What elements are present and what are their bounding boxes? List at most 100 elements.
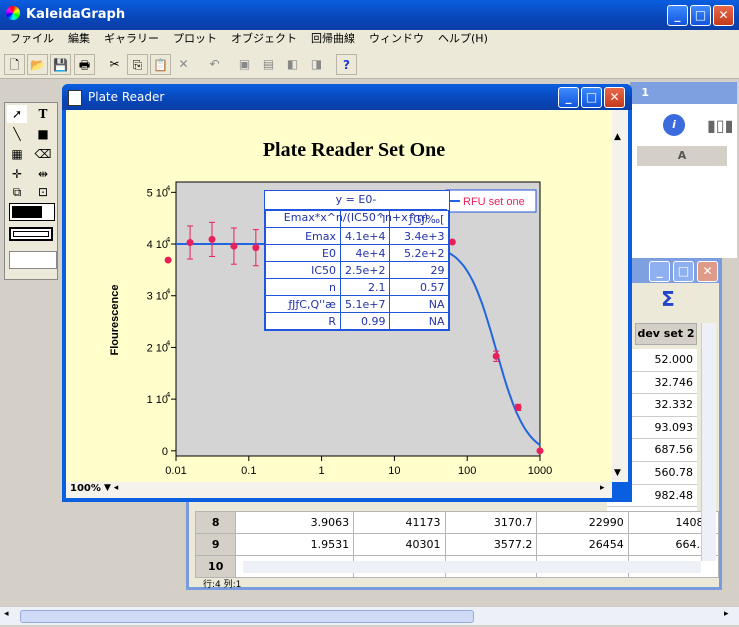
new-file-icon[interactable]: 🗋	[4, 54, 25, 75]
x-tick-label: 0.1	[241, 465, 256, 477]
scroll-right-arrow-icon[interactable]: ▸	[600, 483, 605, 493]
menu-item-4[interactable]: オブジェクト	[231, 32, 297, 45]
plot-hscroll[interactable]: 100% ▼ ◂ ▸	[66, 482, 612, 498]
app-titlebar: KaleidaGraph _ □ ✕	[0, 0, 739, 30]
chart-title: Plate Reader Set One	[263, 139, 445, 161]
info-icon[interactable]: i	[663, 114, 685, 136]
fit-cell: 3.4e+3	[389, 227, 450, 245]
desktop-hscroll[interactable]: ◂ ▸	[0, 606, 739, 625]
delete-icon[interactable]: ✕	[173, 54, 194, 75]
menu-item-2[interactable]: ギャラリー	[104, 32, 159, 45]
send-back-icon[interactable]: ◨	[306, 54, 327, 75]
table-row: 8 3.9063 41173 3170.7 22990 1408.2	[194, 511, 720, 534]
bring-front-icon[interactable]: ◧	[282, 54, 303, 75]
zoom-level[interactable]: 100%	[70, 483, 101, 494]
row-header[interactable]: 9	[194, 533, 237, 556]
sheet-vscroll[interactable]	[701, 323, 716, 561]
desktop-scroll-right-icon[interactable]: ▸	[724, 609, 729, 619]
scroll-down-arrow-icon[interactable]: ▼	[614, 468, 621, 478]
open-folder-icon[interactable]: 📂	[27, 54, 48, 75]
maximize-icon[interactable]: □	[690, 5, 711, 26]
help-icon[interactable]: ?	[336, 54, 357, 75]
sheet-hscroll[interactable]	[243, 561, 701, 573]
row-header[interactable]: 10	[194, 555, 237, 578]
sigma-icon[interactable]: Σ	[655, 287, 681, 311]
copy-icon[interactable]: ⎘	[127, 54, 148, 75]
fit-results-box[interactable]: y = E0-Emax*x^n/(IC50^n+x^n) 'l ƒGƒ‰[Emax…	[264, 190, 451, 331]
fit-row: IC50 2.5e+2 29	[265, 261, 450, 279]
table-cell[interactable]: 3170.7	[444, 511, 538, 534]
eraser-tool-icon[interactable]: ⌫	[33, 145, 53, 163]
row-header[interactable]: 8	[194, 511, 237, 534]
border-style-swatch[interactable]	[9, 227, 53, 241]
data-point	[492, 352, 500, 360]
sheet-behind-titlebar[interactable]: 1	[631, 82, 737, 104]
scroll-up-arrow-icon[interactable]: ▲	[614, 132, 621, 142]
zoom-dropdown-icon[interactable]: ▼ ◂	[104, 483, 118, 493]
plot-titlebar[interactable]: Plate Reader _ □ ✕	[62, 84, 632, 110]
table-cell[interactable]: 3.9063	[235, 511, 355, 534]
sheet-minimize-icon[interactable]: _	[649, 261, 670, 282]
table-tool-icon[interactable]: ▦	[7, 145, 27, 163]
table-row: 9 1.9531 40301 3577.2 26454 664.35	[194, 533, 720, 556]
fit-row: n 2.1 0.57	[265, 278, 450, 296]
menu-item-6[interactable]: ウィンドウ	[369, 32, 424, 45]
fit-cell: ƒJƒC,Q''æ	[265, 295, 341, 313]
menu-item-5[interactable]: 回帰曲線	[311, 32, 355, 45]
x-tick-label: 10	[388, 465, 400, 477]
table-cell[interactable]: 1.9531	[235, 533, 355, 556]
plot-close-icon[interactable]: ✕	[604, 87, 625, 108]
table-cell[interactable]: 26454	[536, 533, 629, 556]
text-tool-icon[interactable]: T	[33, 105, 53, 123]
y-tick-label: 4 10	[147, 239, 168, 251]
close-icon[interactable]: ✕	[713, 5, 734, 26]
paste-icon[interactable]: 📋	[150, 54, 171, 75]
fit-row: Emax 4.1e+4 3.4e+3	[265, 227, 450, 245]
sheet-close-icon[interactable]: ✕	[697, 261, 718, 282]
line-width-selector[interactable]	[9, 251, 57, 269]
plot-minimize-icon[interactable]: _	[558, 87, 579, 108]
duplicate-tool-icon[interactable]: ⧉	[7, 183, 27, 201]
rect-tool-icon[interactable]: ■	[33, 125, 53, 143]
column-header-a[interactable]: A	[637, 146, 727, 166]
line-tool-icon[interactable]: ╲	[7, 125, 27, 143]
plot-vscroll[interactable]: ▲ ▼	[612, 110, 628, 482]
data-point	[252, 244, 260, 252]
resize-tool-icon[interactable]: ⇹	[33, 165, 53, 183]
fit-cell: Emax	[265, 227, 341, 245]
fit-cell: 2.5e+2	[339, 261, 391, 279]
crosshair-tool-icon[interactable]: ✛	[7, 165, 27, 183]
ungroup-icon[interactable]: ▤	[258, 54, 279, 75]
fit-cell: 29	[389, 261, 450, 279]
table-cell[interactable]: 41173	[353, 511, 446, 534]
frame-tool-icon[interactable]: ⊡	[33, 183, 53, 201]
desktop-scroll-left-icon[interactable]: ◂	[4, 609, 9, 619]
fill-pattern-swatch[interactable]	[9, 203, 55, 221]
group-icon[interactable]: ▣	[234, 54, 255, 75]
save-icon[interactable]: 💾	[50, 54, 71, 75]
menu-item-0[interactable]: ファイル	[10, 32, 54, 45]
table-cell[interactable]: 3577.2	[444, 533, 538, 556]
fit-cell: 2.1	[339, 278, 391, 296]
minimize-icon[interactable]: _	[667, 5, 688, 26]
fit-cell: 5.2e+2	[389, 244, 450, 262]
menu-item-3[interactable]: プロット	[173, 32, 217, 45]
menu-item-1[interactable]: 編集	[68, 32, 90, 45]
data-point	[186, 238, 194, 246]
menu-item-7[interactable]: ヘルプ(H)	[438, 32, 488, 45]
x-tick-label: 1	[319, 465, 325, 477]
table-cell[interactable]: 40301	[353, 533, 446, 556]
print-icon[interactable]: 🖶	[74, 54, 95, 75]
bar-chart-icon[interactable]: ▮▯▮	[707, 116, 733, 135]
fit-row: ƒJƒC,Q''æ 5.1e+7 NA	[265, 295, 450, 313]
plot-maximize-icon[interactable]: □	[581, 87, 602, 108]
undo-icon[interactable]: ↶	[204, 54, 225, 75]
table-cell[interactable]: 22990	[536, 511, 629, 534]
fit-cell: 0.57	[389, 278, 450, 296]
column-header-dev-set-2[interactable]: dev set 2	[635, 323, 697, 345]
sheet-maximize-icon[interactable]: □	[673, 261, 694, 282]
menu-bar: ファイル 編集 ギャラリー プロット オブジェクト 回帰曲線 ウィンドウ ヘルプ(H)	[0, 30, 739, 50]
y-tick-label: 5 10	[147, 187, 168, 199]
cut-icon[interactable]: ✂	[104, 54, 125, 75]
pointer-icon[interactable]: ➚	[7, 105, 27, 123]
